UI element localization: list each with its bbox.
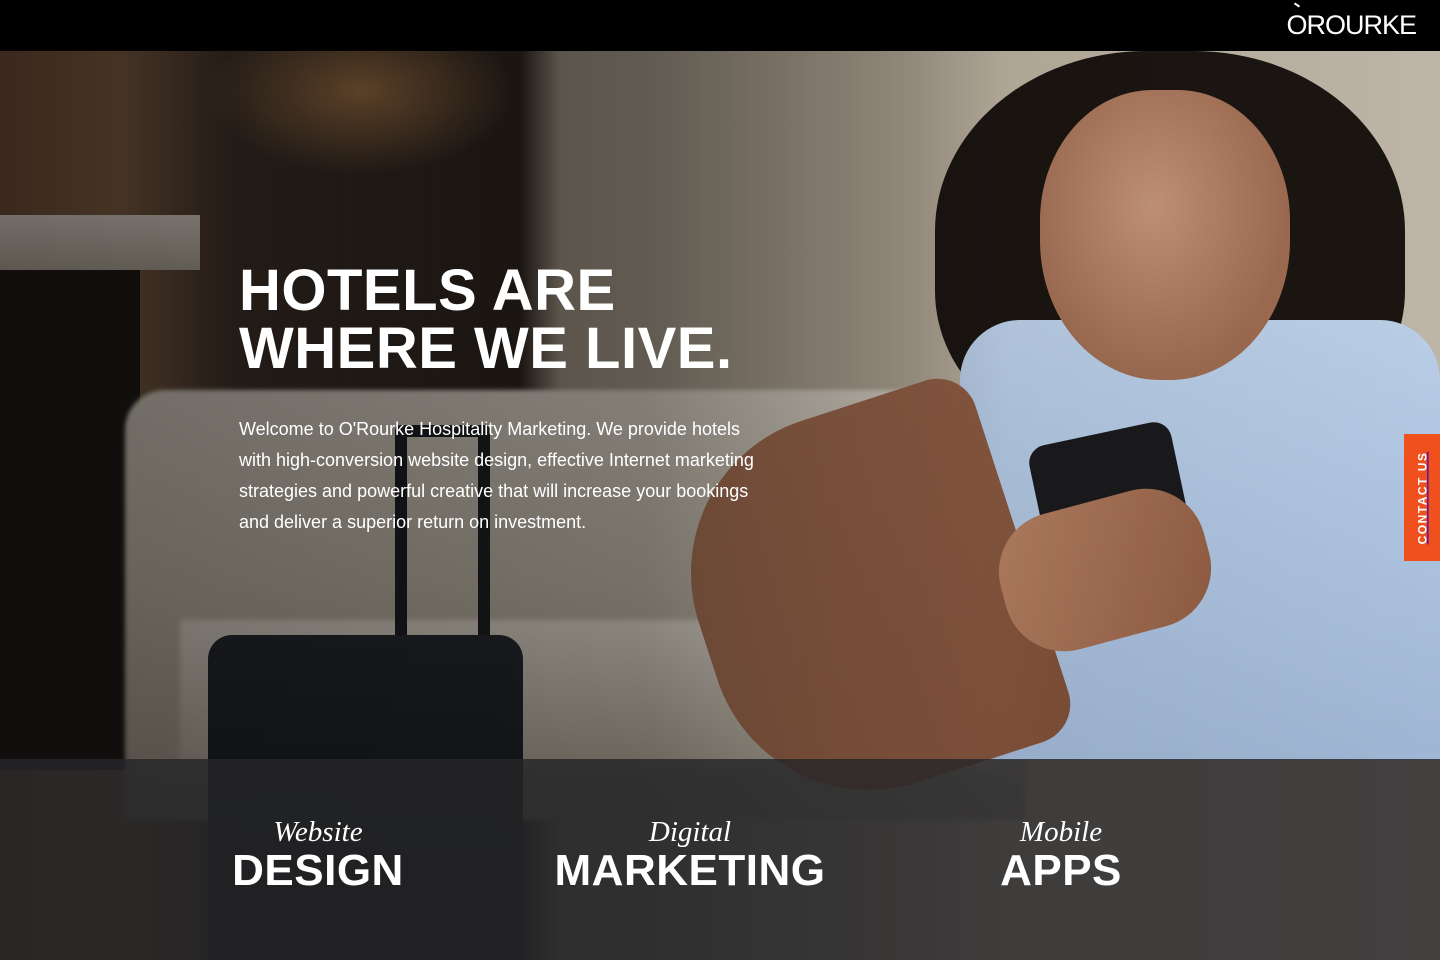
service-digital-marketing-top: Digital — [648, 816, 732, 848]
service-digital-marketing-main: MARKETING — [554, 846, 826, 895]
contact-us-tab[interactable]: CONTACT US — [1404, 434, 1440, 561]
top-bar: O ROURKE — [0, 0, 1440, 51]
contact-us-label: CONTACT US — [1415, 451, 1429, 544]
hero-intro-text: Welcome to O'Rourke Hospitality Marketin… — [239, 419, 754, 532]
logo[interactable]: O ROURKE — [1286, 8, 1417, 42]
services-bar: Website DESIGN Digital MARKETING Mobile … — [0, 759, 1440, 960]
service-mobile-apps-top: Mobile — [1019, 816, 1103, 848]
logo-accent-o: O — [1286, 9, 1307, 40]
page: O ROURKE HOTELS ARE WHERE WE LIVE. Welcom… — [0, 0, 1440, 960]
logo-text: ROURKE — [1306, 9, 1417, 40]
service-mobile-apps-main: APPS — [1000, 846, 1122, 895]
service-website-design[interactable]: Website DESIGN — [138, 816, 498, 894]
hero-title: HOTELS ARE WHERE WE LIVE. — [239, 262, 799, 378]
service-website-design-top: Website — [273, 816, 363, 848]
hero-title-line-1: HOTELS ARE — [239, 258, 616, 323]
service-mobile-apps[interactable]: Mobile APPS — [881, 816, 1241, 894]
service-website-design-main: DESIGN — [232, 846, 404, 895]
hero-content: HOTELS ARE WHERE WE LIVE. Welcome to O'R… — [239, 262, 799, 538]
hero-title-line-2: WHERE WE LIVE. — [239, 316, 733, 381]
service-digital-marketing[interactable]: Digital MARKETING — [510, 816, 870, 894]
